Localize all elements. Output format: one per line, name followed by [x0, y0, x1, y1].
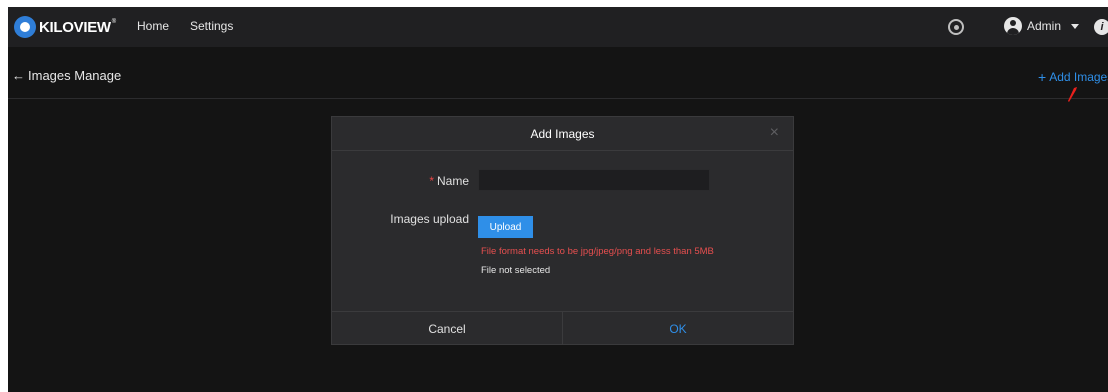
name-input[interactable] — [478, 169, 710, 191]
avatar-icon[interactable] — [1004, 17, 1022, 35]
ok-button[interactable]: OK — [563, 312, 793, 345]
images-upload-label: Images upload — [390, 212, 469, 226]
page-title: Images Manage — [28, 68, 122, 83]
name-label: * Name — [429, 174, 469, 188]
logo-text: KILOVIEW® — [39, 18, 116, 36]
logo[interactable]: KILOVIEW® — [14, 16, 116, 38]
required-mark: * — [429, 174, 434, 188]
app-window: KILOVIEW® Home Settings Admin i ← Images… — [8, 7, 1108, 392]
dialog-header: Add Images × — [332, 117, 793, 151]
help-icon[interactable] — [948, 19, 964, 35]
nav-settings[interactable]: Settings — [190, 19, 233, 33]
back-link[interactable]: ← Images Manage — [12, 68, 121, 83]
dialog-footer: Cancel OK — [332, 311, 793, 345]
upload-hint: File format needs to be jpg/jpeg/png and… — [481, 246, 714, 257]
top-nav: KILOVIEW® Home Settings Admin i — [8, 7, 1108, 47]
close-icon[interactable]: × — [770, 124, 779, 142]
upload-button[interactable]: Upload — [478, 216, 533, 238]
file-status: File not selected — [481, 265, 551, 276]
add-images-label: Add Images — [1049, 70, 1108, 84]
chevron-down-icon[interactable] — [1071, 24, 1079, 29]
page-header: ← Images Manage + Add Images — [8, 47, 1108, 99]
cancel-button[interactable]: Cancel — [332, 312, 563, 345]
user-menu[interactable]: Admin — [1027, 19, 1061, 33]
dialog-title: Add Images — [530, 126, 595, 141]
plus-icon: + — [1038, 69, 1047, 85]
info-icon[interactable]: i — [1094, 19, 1108, 35]
add-images-button[interactable]: + Add Images — [1038, 69, 1108, 85]
back-arrow-icon: ← — [12, 68, 25, 83]
add-images-dialog: Add Images × * Name Images upload Upload … — [331, 116, 794, 345]
kiloview-logo-icon — [14, 16, 36, 38]
pointer-arrow-icon — [1068, 87, 1077, 102]
nav-home[interactable]: Home — [137, 19, 169, 33]
